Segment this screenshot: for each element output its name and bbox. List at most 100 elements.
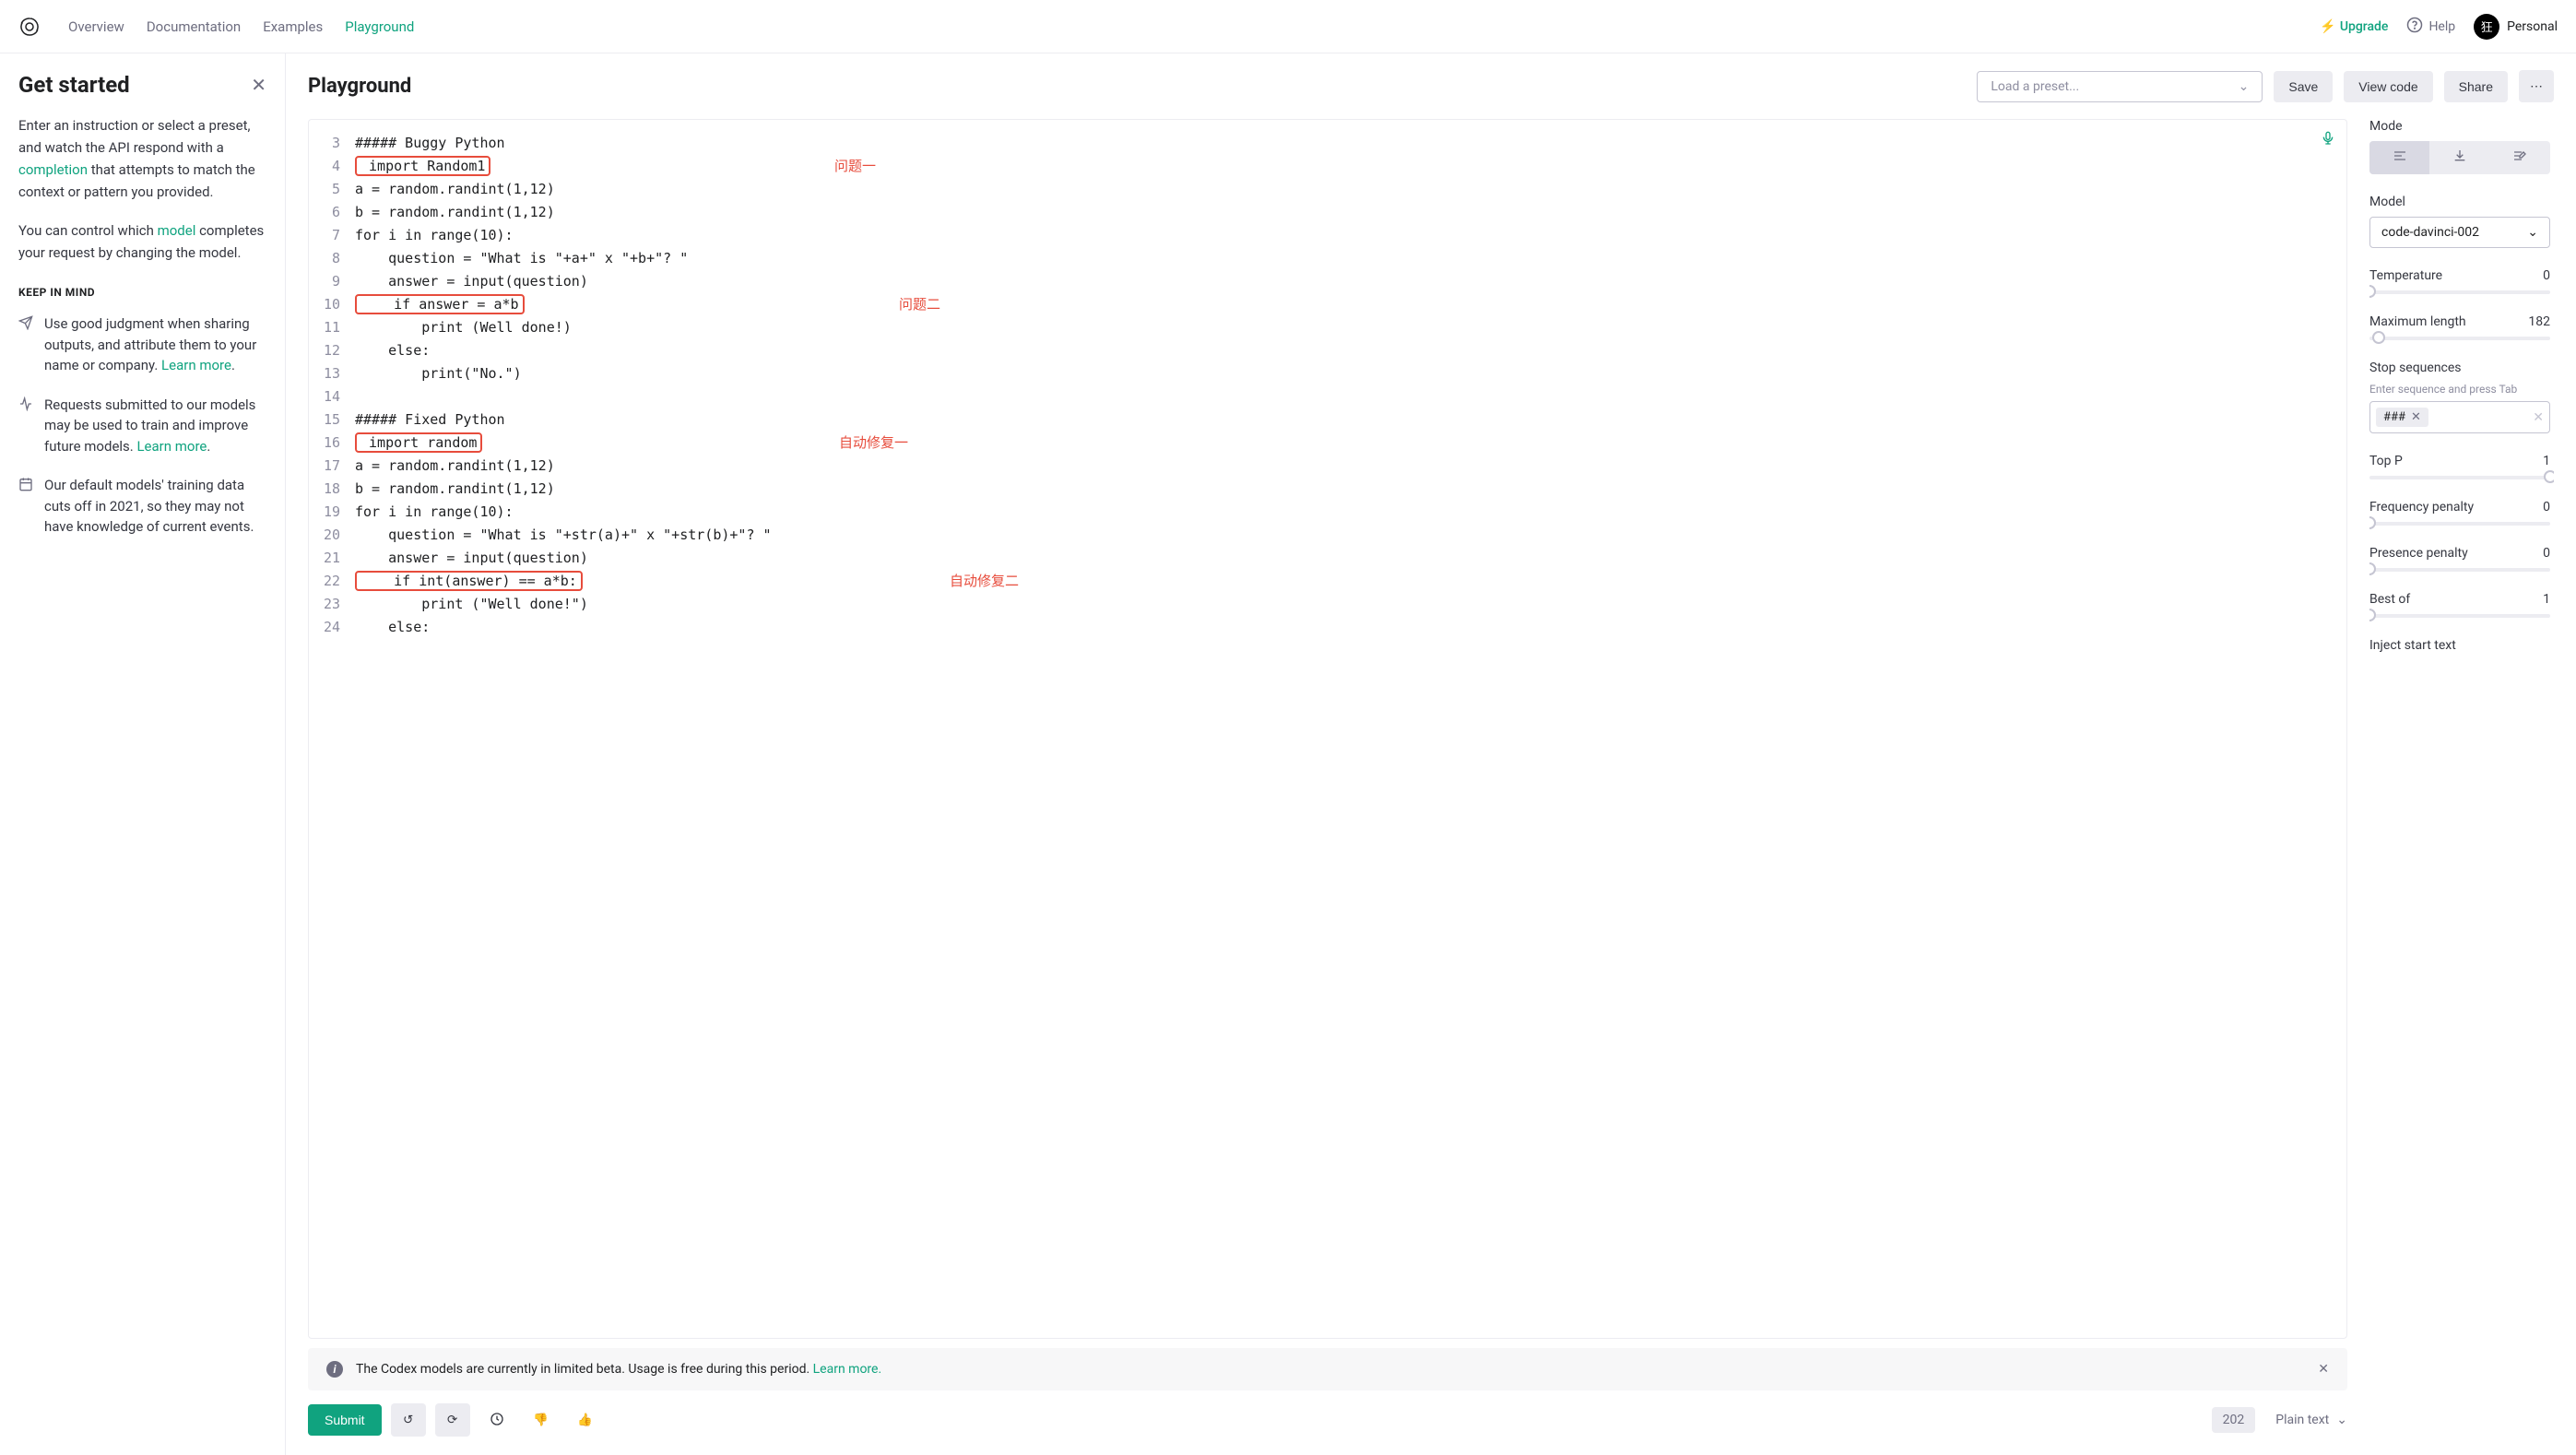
code-line: 13 print("No.") [309, 361, 2346, 384]
presence-penalty-slider[interactable] [2369, 568, 2550, 572]
nav-playground[interactable]: Playground [345, 18, 414, 35]
mode-tab-complete[interactable] [2369, 141, 2429, 174]
undo-button[interactable]: ↺ [391, 1403, 426, 1437]
openai-logo-icon[interactable] [18, 16, 41, 38]
remove-tag-icon[interactable]: ✕ [2411, 410, 2421, 424]
code-text: answer = input(question) [355, 550, 588, 566]
help-link[interactable]: Help [2406, 17, 2455, 37]
sidebar-intro-2: You can control which model completes yo… [18, 219, 266, 264]
main-nav: Overview Documentation Examples Playground [68, 18, 414, 35]
format-select[interactable]: Plain text ⌄ [2275, 1413, 2347, 1427]
model-select[interactable]: code-davinci-002 ⌄ [2369, 217, 2550, 248]
line-number: 14 [309, 388, 355, 405]
presence-penalty-label: Presence penalty0 [2369, 546, 2550, 561]
nav-documentation[interactable]: Documentation [147, 18, 241, 35]
thumbs-down-button[interactable]: 👎 [524, 1403, 559, 1437]
model-value: code-davinci-002 [2381, 225, 2479, 240]
slider-thumb[interactable] [2369, 609, 2376, 621]
save-button[interactable]: Save [2274, 71, 2333, 102]
code-text: for i in range(10): [355, 227, 514, 243]
line-number: 7 [309, 227, 355, 243]
close-icon[interactable]: ✕ [2318, 1362, 2329, 1377]
notice-learn-more-link[interactable]: Learn more. [813, 1362, 882, 1377]
sidebar: Get started ✕ Enter an instruction or se… [0, 53, 286, 1455]
help-icon [2406, 17, 2423, 37]
bolt-icon: ⚡ [2320, 19, 2335, 34]
completion-link[interactable]: completion [18, 161, 88, 178]
code-line: 22 if int(answer) == a*b:自动修复二 [309, 569, 2346, 592]
slider-thumb[interactable] [2544, 470, 2554, 483]
nav-overview[interactable]: Overview [68, 18, 124, 35]
history-button[interactable] [479, 1403, 514, 1437]
model-label: Model [2369, 195, 2550, 209]
notice-bar: i The Codex models are currently in limi… [308, 1348, 2347, 1390]
share-button[interactable]: Share [2444, 71, 2508, 102]
slider-thumb[interactable] [2372, 331, 2385, 344]
thumbs-up-button[interactable]: 👍 [568, 1403, 603, 1437]
close-icon[interactable]: ✕ [251, 74, 266, 96]
more-button[interactable]: ⋯ [2519, 70, 2554, 102]
tip-icon [18, 315, 33, 376]
code-text: answer = input(question) [355, 273, 588, 290]
code-line: 4 import Random1问题一 [309, 154, 2346, 177]
temperature-slider[interactable] [2369, 290, 2550, 294]
line-number: 22 [309, 573, 355, 589]
preset-placeholder: Load a preset... [1991, 79, 2079, 94]
top-p-label: Top P1 [2369, 454, 2550, 468]
slider-thumb[interactable] [2369, 516, 2376, 529]
view-code-button[interactable]: View code [2344, 71, 2432, 102]
mode-tab-insert[interactable] [2429, 141, 2489, 174]
top-p-slider[interactable] [2369, 476, 2550, 479]
account-menu[interactable]: 狂 Personal [2474, 14, 2558, 40]
preset-select[interactable]: Load a preset... ⌄ [1977, 71, 2263, 102]
token-count: 202 [2212, 1407, 2256, 1433]
mode-tab-edit[interactable] [2490, 141, 2550, 174]
code-text: a = random.randint(1,12) [355, 457, 555, 474]
code-text: a = random.randint(1,12) [355, 181, 555, 197]
code-line: 5a = random.randint(1,12) [309, 177, 2346, 200]
model-link[interactable]: model [158, 222, 196, 239]
tip-text: Requests submitted to our models may be … [44, 395, 266, 457]
tip-text: Our default models' training data cuts o… [44, 475, 266, 538]
code-text: question = "What is "+str(a)+" x "+str(b… [355, 526, 772, 543]
tip-item: Requests submitted to our models may be … [18, 395, 266, 457]
clear-icon[interactable]: ✕ [2533, 410, 2544, 425]
learn-more-link[interactable]: Learn more [161, 357, 231, 373]
page-title: Playground [308, 75, 411, 98]
regenerate-button[interactable]: ⟳ [435, 1403, 470, 1437]
learn-more-link[interactable]: Learn more [136, 438, 207, 455]
code-text: ##### Fixed Python [355, 411, 505, 428]
mode-tabs [2369, 141, 2550, 174]
upgrade-link[interactable]: ⚡ Upgrade [2320, 19, 2388, 34]
line-number: 3 [309, 135, 355, 151]
code-editor[interactable]: 3##### Buggy Python4 import Random1问题一5a… [308, 119, 2347, 1339]
chevron-down-icon: ⌄ [2336, 1413, 2347, 1427]
stop-sequences-input[interactable]: ###✕ ✕ [2369, 401, 2550, 433]
annotation: 自动修复二 [950, 571, 1019, 590]
slider-thumb[interactable] [2369, 562, 2376, 575]
max-length-slider[interactable] [2369, 337, 2550, 340]
annotation: 自动修复一 [839, 432, 908, 452]
content: Playground Load a preset... ⌄ Save View … [286, 53, 2576, 1455]
highlighted-code: if answer = a*b [355, 294, 525, 314]
code-line: 8 question = "What is "+a+" x "+b+"? " [309, 246, 2346, 269]
code-line: 24 else: [309, 615, 2346, 638]
sidebar-intro-1: Enter an instruction or select a preset,… [18, 114, 266, 203]
nav-examples[interactable]: Examples [263, 18, 323, 35]
slider-thumb[interactable] [2369, 285, 2376, 298]
max-length-value: 182 [2528, 314, 2550, 329]
line-number: 20 [309, 526, 355, 543]
frequency-penalty-value: 0 [2543, 500, 2550, 515]
submit-button[interactable]: Submit [308, 1404, 382, 1436]
settings-panel: Mode Model code-davinci-002 ⌄ Temperatur… [2369, 119, 2554, 1437]
download-icon [2452, 148, 2467, 167]
help-label: Help [2428, 19, 2455, 34]
line-number: 24 [309, 619, 355, 635]
code-text: ##### Buggy Python [355, 135, 505, 151]
code-text: print ("Well done!") [355, 596, 588, 612]
highlighted-code: import Random1 [355, 156, 490, 176]
annotation: 问题一 [834, 156, 876, 175]
frequency-penalty-slider[interactable] [2369, 522, 2550, 526]
account-label: Personal [2507, 19, 2558, 34]
best-of-slider[interactable] [2369, 614, 2550, 618]
